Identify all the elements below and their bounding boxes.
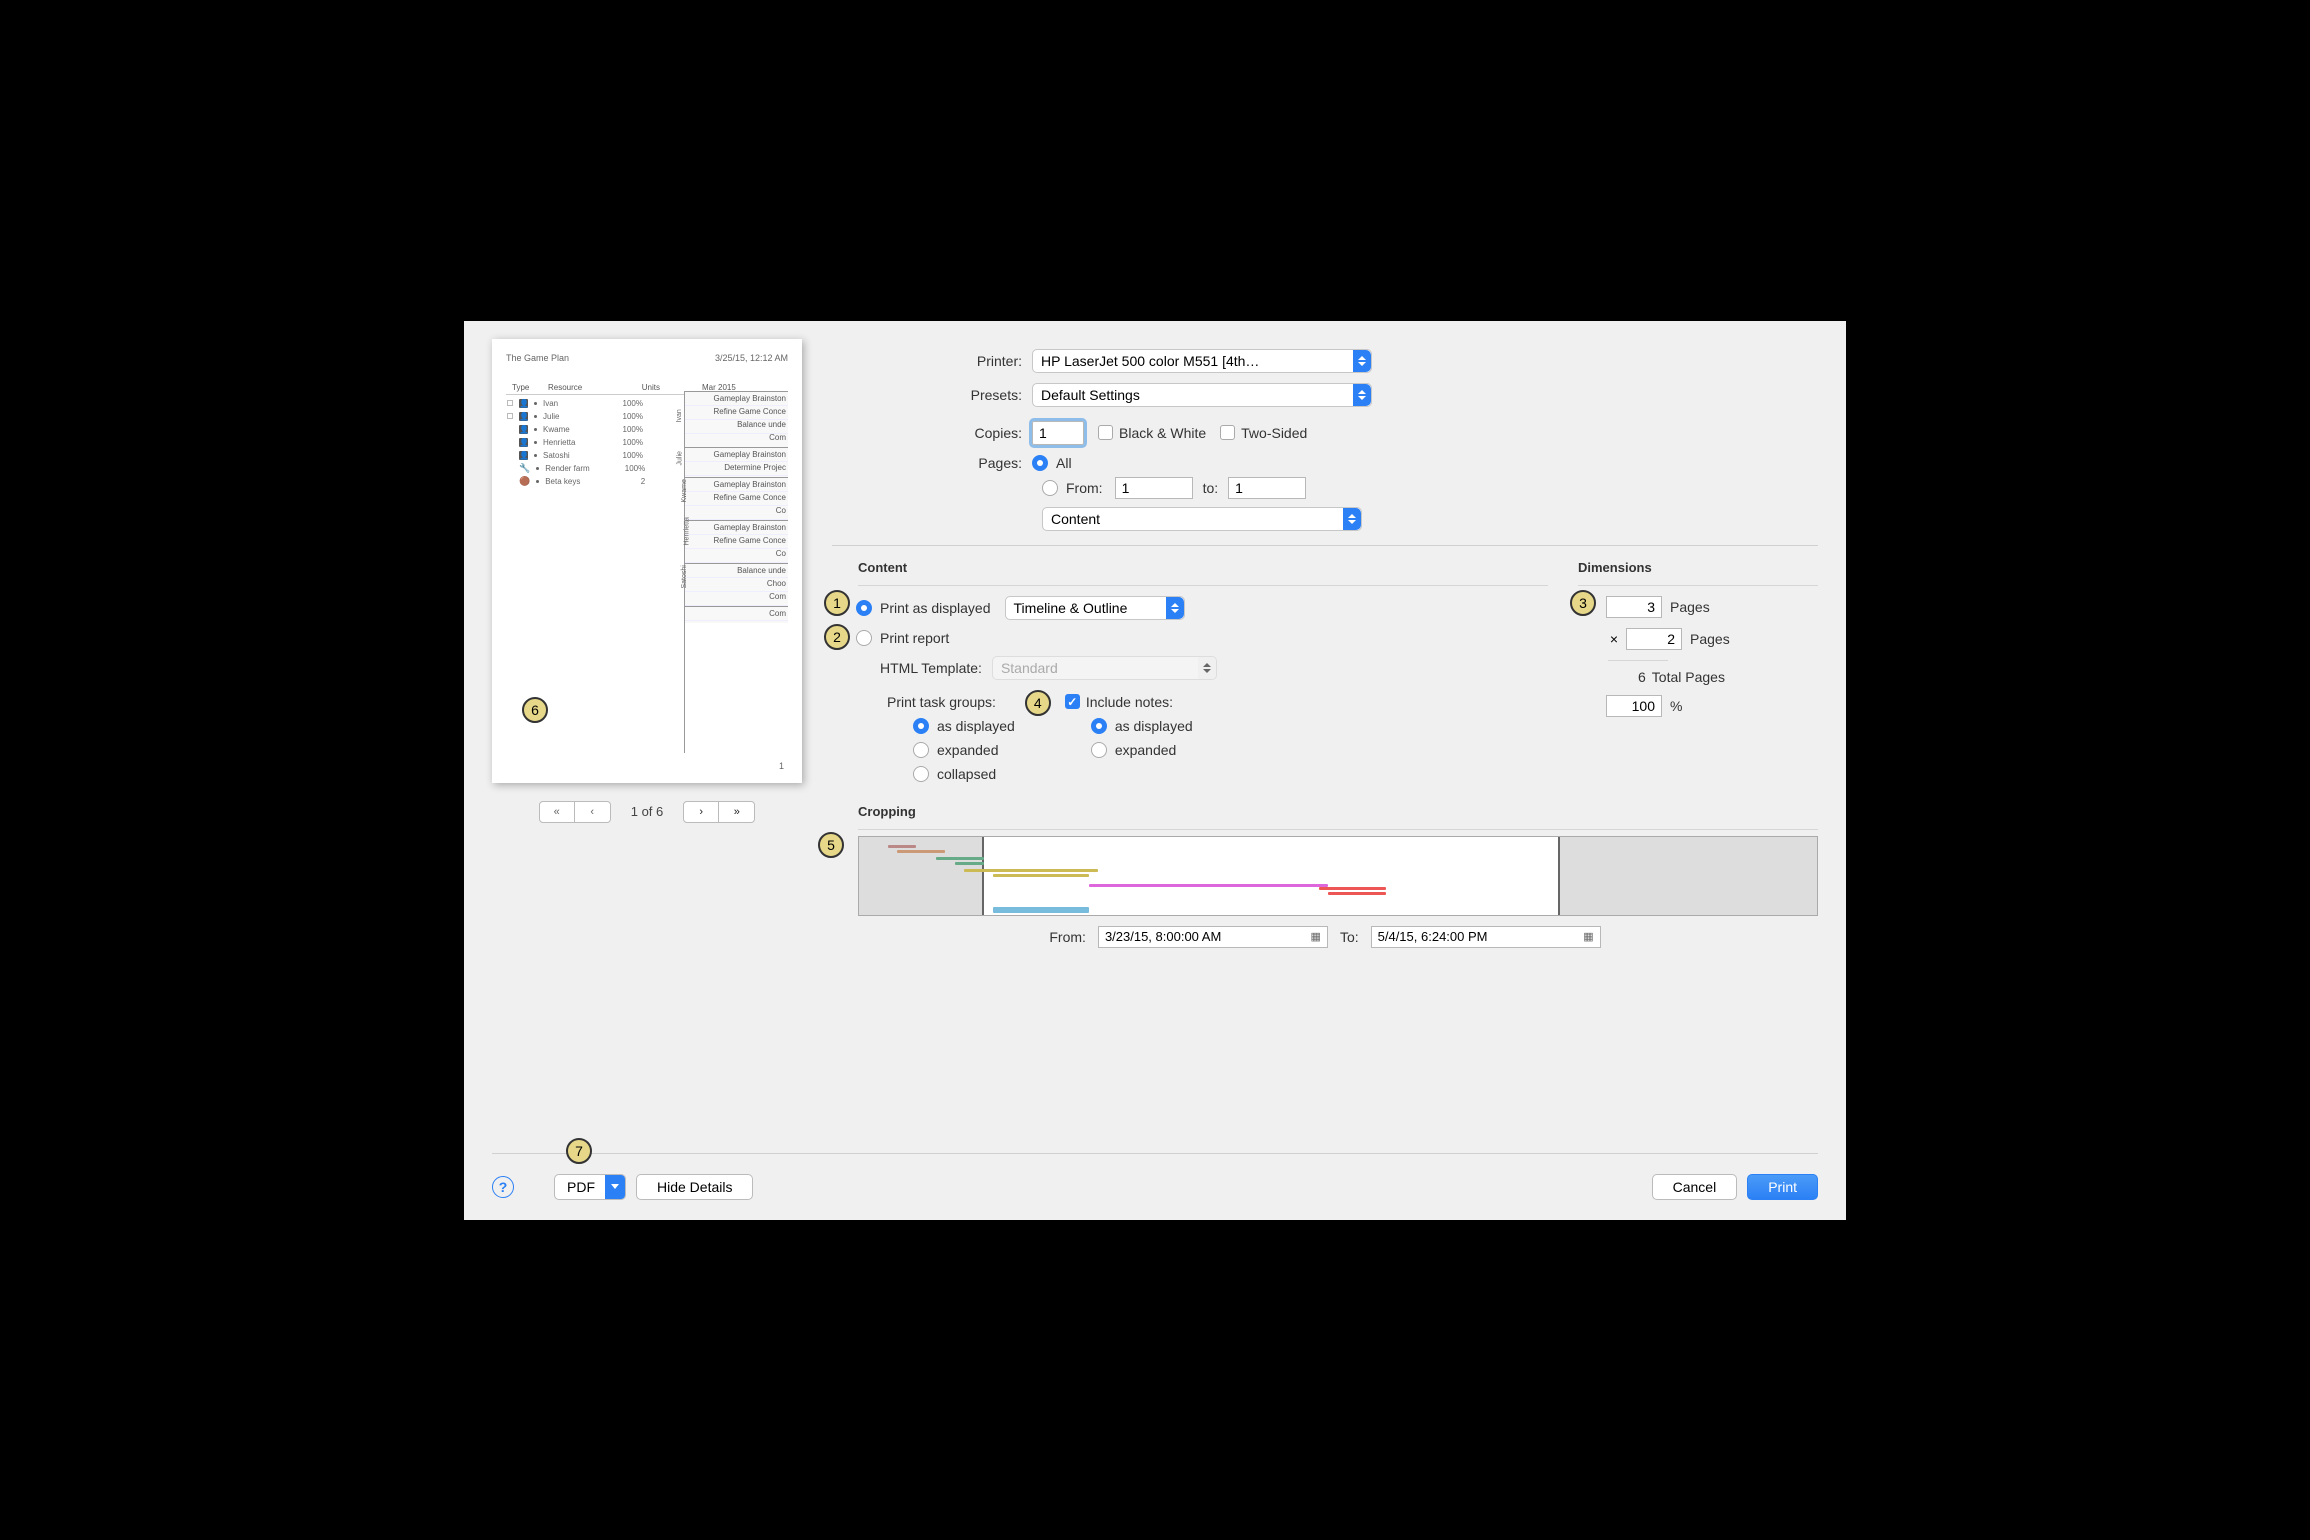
- annotation-badge-6: 6: [522, 697, 548, 723]
- pages-label: Pages:: [832, 455, 1032, 471]
- pdf-menu-button[interactable]: PDF: [554, 1174, 626, 1200]
- pane-select[interactable]: Content: [1042, 507, 1362, 531]
- stepper-icon: [1343, 508, 1361, 530]
- pages-from-input[interactable]: [1115, 477, 1193, 499]
- pages-from-label: From:: [1066, 480, 1103, 496]
- preview-timeline-section: HenriettaGameplay BrainstonRefine Game C…: [685, 520, 788, 563]
- pages-all-label: All: [1056, 455, 1072, 471]
- tg-collapsed-radio[interactable]: [913, 766, 929, 782]
- preview-pane: The Game Plan 3/25/15, 12:12 AM Type Res…: [492, 339, 802, 948]
- last-page-button[interactable]: »: [719, 801, 755, 823]
- preview-timeline-section: IvanGameplay BrainstonRefine Game ConceB…: [685, 391, 788, 447]
- pages-tall-input[interactable]: [1626, 628, 1682, 650]
- help-button[interactable]: ?: [492, 1176, 514, 1198]
- chevron-down-icon: [605, 1175, 625, 1199]
- preview-col-units: Units: [626, 383, 660, 392]
- presets-select[interactable]: Default Settings: [1032, 383, 1372, 407]
- presets-label: Presets:: [832, 387, 1032, 403]
- tg-expanded-radio[interactable]: [913, 742, 929, 758]
- page-navigation: « ‹ 1 of 6 › »: [492, 801, 802, 823]
- pages-to-input[interactable]: [1228, 477, 1306, 499]
- annotation-badge-5: 5: [818, 832, 844, 858]
- html-template-label: HTML Template:: [880, 660, 982, 676]
- pages-wide-input[interactable]: [1606, 596, 1662, 618]
- print-displayed-radio[interactable]: [856, 600, 872, 616]
- first-page-button[interactable]: «: [539, 801, 575, 823]
- total-pages-value: 6: [1638, 669, 1646, 685]
- preview-col-resource: Resource: [548, 383, 626, 392]
- preview-col-type: Type: [512, 383, 548, 392]
- stepper-icon: [1198, 657, 1216, 679]
- page-indicator: 1 of 6: [631, 804, 664, 819]
- cropping-timeline[interactable]: [858, 836, 1818, 916]
- preview-doc-date: 3/25/15, 12:12 AM: [715, 353, 788, 363]
- stepper-icon: [1166, 597, 1184, 619]
- twosided-checkbox[interactable]: [1220, 425, 1235, 440]
- print-displayed-label: Print as displayed: [880, 600, 991, 616]
- crop-from-label: From:: [1049, 929, 1086, 945]
- preview-doc-title: The Game Plan: [506, 353, 569, 363]
- print-options: Printer: HP LaserJet 500 color M551 [4th…: [832, 339, 1818, 948]
- crop-to-label: To:: [1340, 929, 1359, 945]
- twosided-label: Two-Sided: [1241, 425, 1307, 441]
- crop-handle-left[interactable]: [859, 837, 984, 915]
- include-notes-checkbox[interactable]: [1065, 694, 1080, 709]
- print-dialog: The Game Plan 3/25/15, 12:12 AM Type Res…: [461, 318, 1849, 1223]
- content-title: Content: [858, 560, 1548, 575]
- preview-timeline-section: JulieGameplay BrainstonDetermine Projec: [685, 447, 788, 477]
- cropping-title: Cropping: [858, 804, 1818, 819]
- hide-details-button[interactable]: Hide Details: [636, 1174, 753, 1200]
- pages-all-radio[interactable]: [1032, 455, 1048, 471]
- notes-displayed-radio[interactable]: [1091, 718, 1107, 734]
- crop-handle-right[interactable]: [1558, 837, 1817, 915]
- annotation-badge-4: 4: [1025, 690, 1051, 716]
- next-page-button[interactable]: ›: [683, 801, 719, 823]
- preview-timeline-section: SatoshiBalance undeChooCom: [685, 563, 788, 606]
- dialog-footer: 7 ? PDF Hide Details Cancel Print: [492, 1174, 1818, 1200]
- calendar-icon: ▦: [1583, 930, 1593, 943]
- bw-label: Black & White: [1119, 425, 1206, 441]
- crop-from-input[interactable]: 3/23/15, 8:00:00 AM ▦: [1098, 926, 1328, 948]
- pages-from-radio[interactable]: [1042, 480, 1058, 496]
- annotation-badge-1: 1: [824, 590, 850, 616]
- tg-displayed-radio[interactable]: [913, 718, 929, 734]
- html-template-select: Standard: [992, 656, 1217, 680]
- printer-label: Printer:: [832, 353, 1032, 369]
- bw-checkbox[interactable]: [1098, 425, 1113, 440]
- include-notes-title: Include notes:: [1086, 694, 1173, 710]
- preview-page-number: 1: [779, 761, 784, 771]
- crop-to-input[interactable]: 5/4/15, 6:24:00 PM ▦: [1371, 926, 1601, 948]
- view-select[interactable]: Timeline & Outline: [1005, 596, 1185, 620]
- preview-timeline-section: KwameGameplay BrainstonRefine Game Conce…: [685, 477, 788, 520]
- preview-timeline-section: Com: [685, 606, 788, 623]
- stepper-icon: [1353, 350, 1371, 372]
- dimensions-title: Dimensions: [1578, 560, 1818, 575]
- pages-to-label: to:: [1203, 480, 1219, 496]
- notes-expanded-radio[interactable]: [1091, 742, 1107, 758]
- print-report-radio[interactable]: [856, 630, 872, 646]
- cancel-button[interactable]: Cancel: [1652, 1174, 1738, 1200]
- print-report-label: Print report: [880, 630, 949, 646]
- prev-page-button[interactable]: ‹: [575, 801, 611, 823]
- annotation-badge-3: 3: [1570, 590, 1596, 616]
- annotation-badge-2: 2: [824, 624, 850, 650]
- preview-page: The Game Plan 3/25/15, 12:12 AM Type Res…: [492, 339, 802, 783]
- annotation-badge-7: 7: [566, 1138, 592, 1164]
- print-button[interactable]: Print: [1747, 1174, 1818, 1200]
- calendar-icon: ▦: [1311, 930, 1321, 943]
- task-groups-title: Print task groups:: [887, 694, 1015, 710]
- printer-select[interactable]: HP LaserJet 500 color M551 [4th…: [1032, 349, 1372, 373]
- scale-pct-input[interactable]: [1606, 695, 1662, 717]
- copies-label: Copies:: [832, 425, 1032, 441]
- copies-input[interactable]: [1032, 421, 1084, 445]
- stepper-icon: [1353, 384, 1371, 406]
